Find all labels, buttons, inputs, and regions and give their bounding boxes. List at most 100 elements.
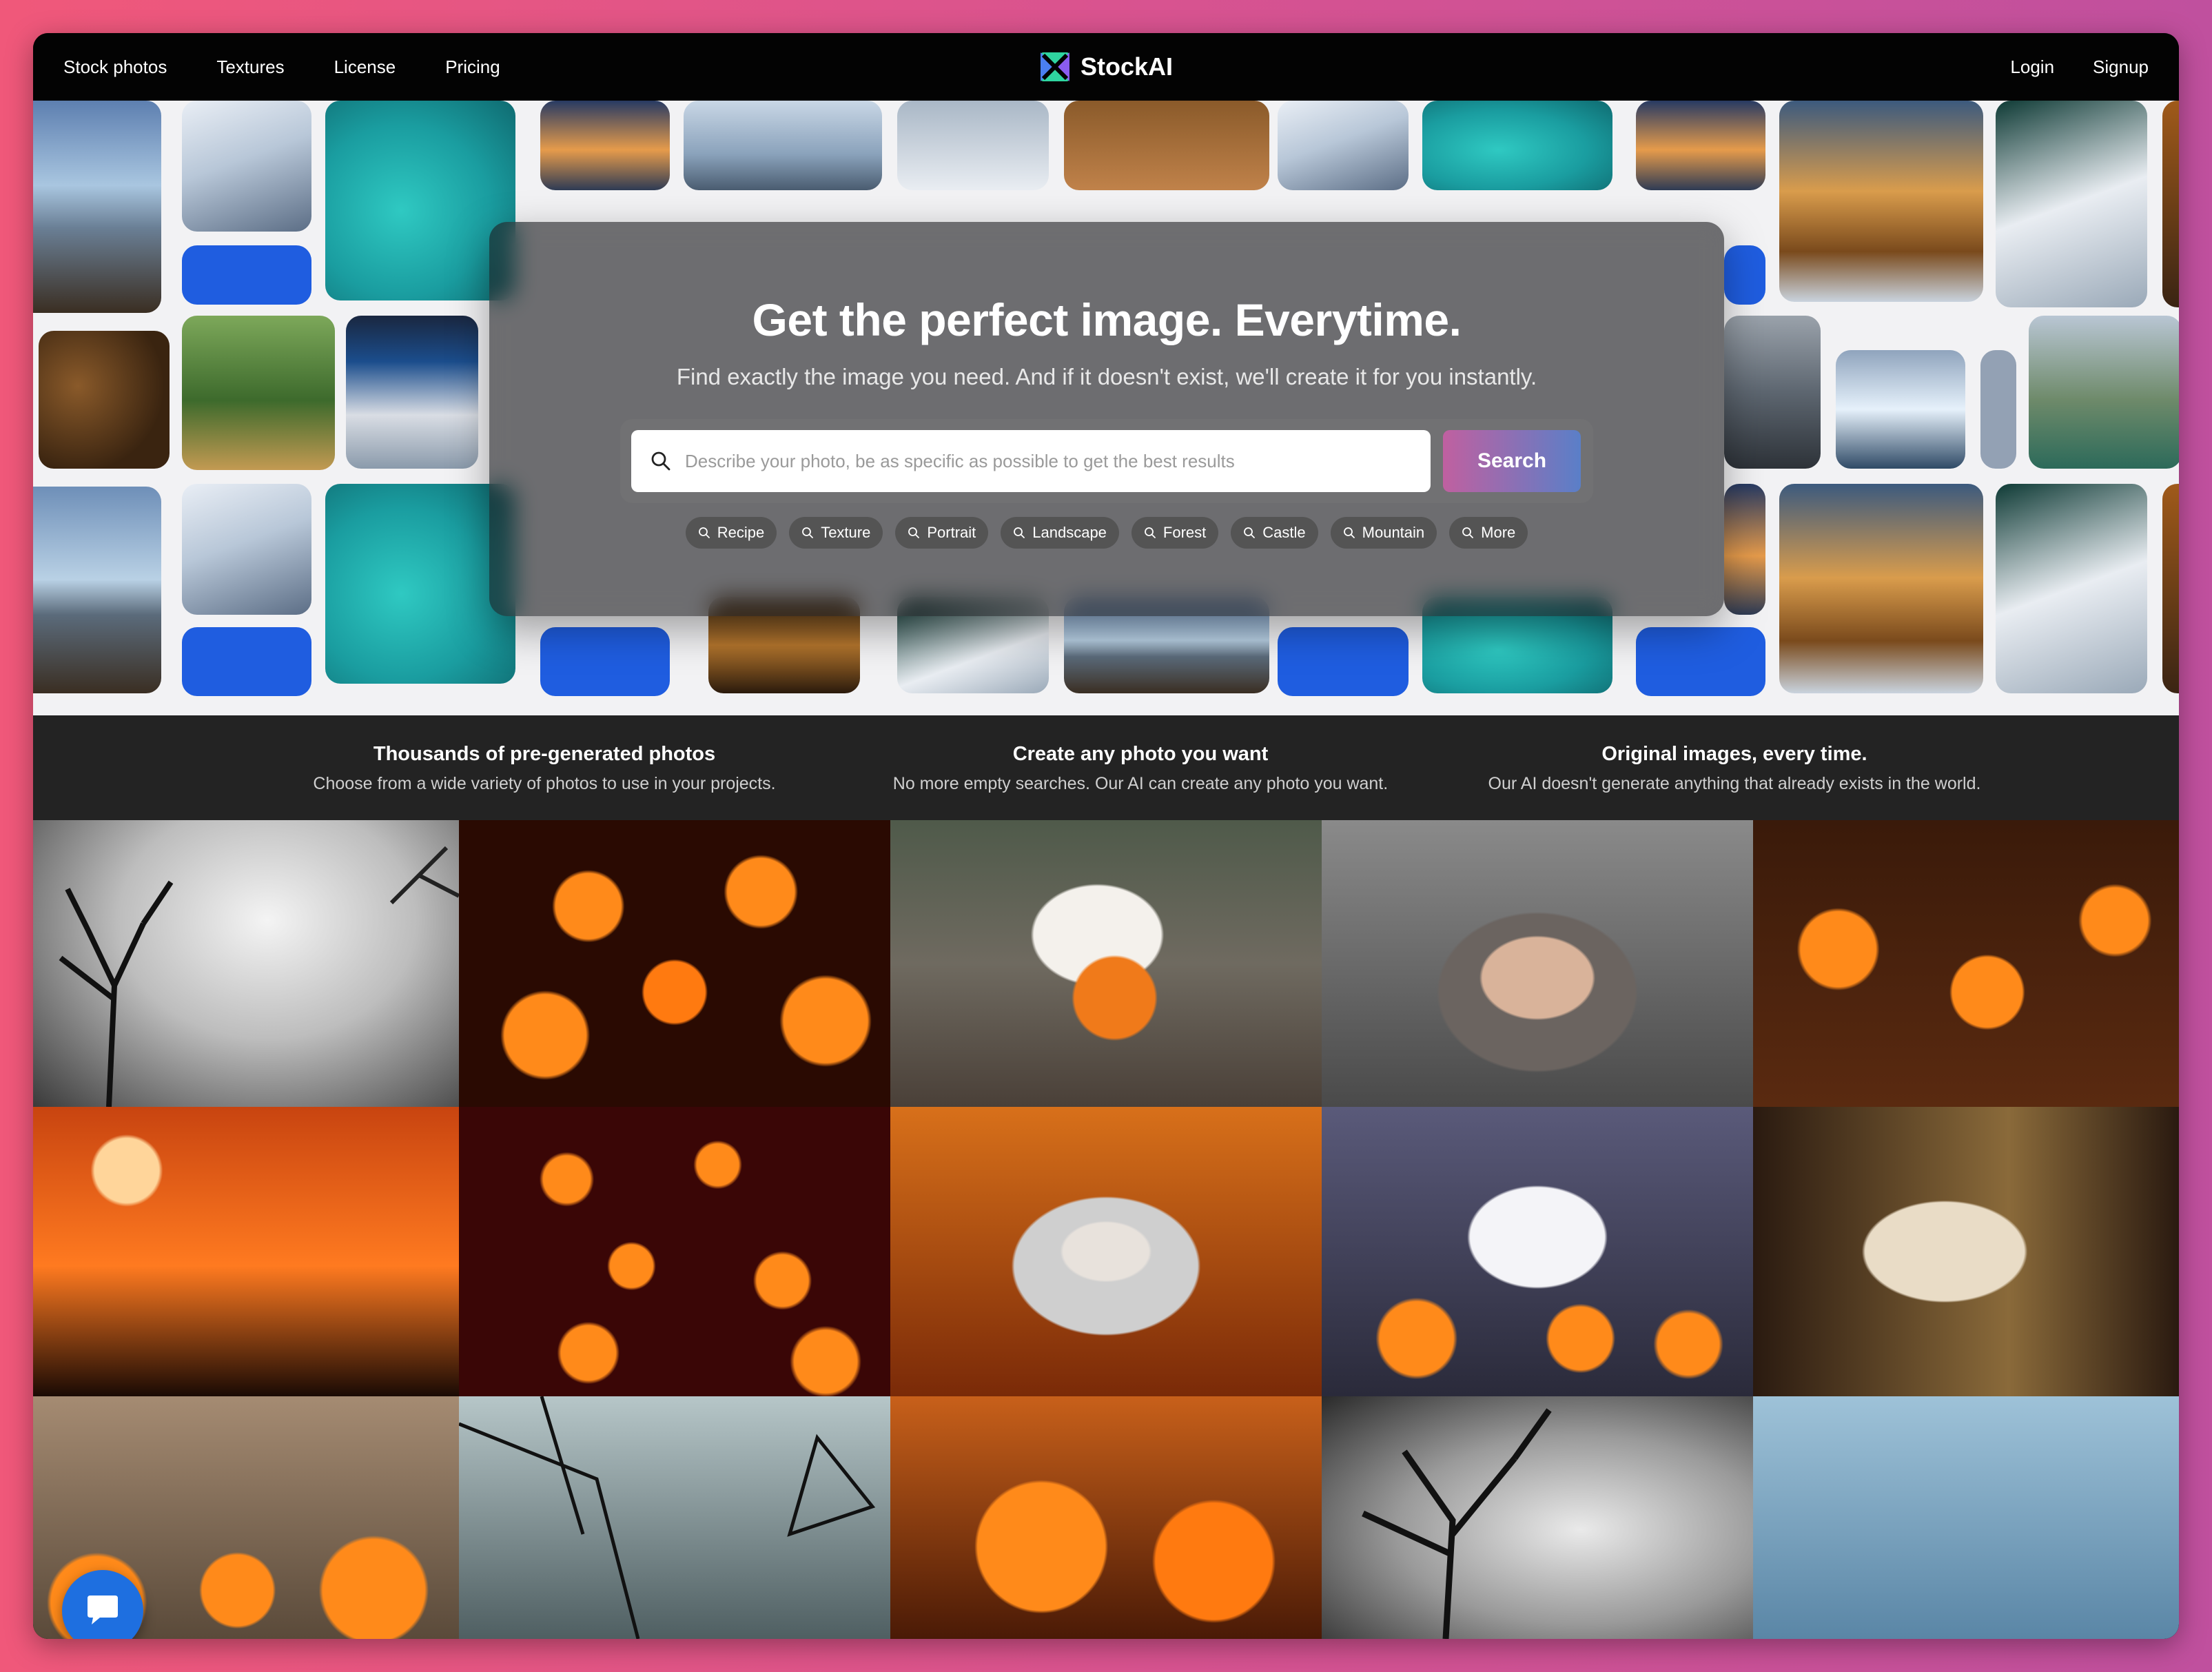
search-icon [698,527,710,538]
nav-link-pricing[interactable]: Pricing [445,57,500,78]
chip-landscape[interactable]: Landscape [1001,517,1119,549]
mosaic-tile-beach-hammock [33,101,161,313]
nav-link-textures[interactable]: Textures [216,57,284,78]
chip-label: Texture [821,524,871,541]
gallery-photo-misty-web[interactable] [459,1396,890,1639]
chip-portrait[interactable]: Portrait [895,517,989,549]
mosaic-tile-edge-2 [2162,484,2179,693]
auth-links: Login Signup [2010,33,2149,101]
brand-logo[interactable]: StockAI [1039,33,1173,101]
chip-label: More [1481,524,1516,541]
chip-label: Mountain [1362,524,1425,541]
gallery-photo-ghost-pumpkins[interactable] [1322,1107,1753,1396]
photo-gallery [33,820,2179,1639]
stockai-logo-icon [1040,52,1069,81]
feature-original: Original images, every time. Our AI does… [1424,743,2045,794]
mosaic-tile-sunset-lake [540,101,670,190]
gallery-photo-antler-woman[interactable] [1322,820,1753,1107]
mosaic-tile-turquoise-boats-3 [1422,101,1612,190]
mosaic-tile-airport-board [346,316,478,469]
hero-section: Get the perfect image. Everytime. Find e… [33,101,2179,715]
gallery-photo-pumpkin-field[interactable] [1753,820,2179,1107]
chip-castle[interactable]: Castle [1231,517,1318,549]
search-bar: Search [620,419,1593,503]
gallery-photo-bare-tree-fog[interactable] [1322,1396,1753,1639]
mosaic-tile-wave-boat [897,101,1049,190]
nav-link-stock-photos[interactable]: Stock photos [63,57,167,78]
gallery-photo-blue-web[interactable] [1753,1396,2179,1639]
mosaic-tile-snowy-trees-2 [182,484,311,615]
mosaic-tile-snowy-trees [182,101,311,232]
chip-more[interactable]: More [1449,517,1528,549]
mosaic-tile-whiskey-glass [1779,101,1983,302]
search-icon [908,527,920,538]
gallery-photo-moon-bats[interactable] [33,1107,459,1396]
mosaic-tile-grey-shape [1980,350,2016,469]
chip-recipe[interactable]: Recipe [685,517,777,549]
search-icon [651,451,670,471]
chat-icon [88,1595,118,1624]
hero-subtitle: Find exactly the image you need. And if … [676,364,1537,389]
mosaic-tile-sunset-lake-2 [1636,101,1765,190]
login-link[interactable]: Login [2010,57,2054,78]
feature-title: Thousands of pre-generated photos [373,743,716,765]
mosaic-tile-beach-hammock-3 [1064,101,1269,190]
mosaic-tile-beach-hammock-2 [33,487,161,693]
search-button[interactable]: Search [1443,430,1581,492]
mosaic-tile-iceberg [1836,350,1965,469]
mosaic-tile-blue-shape-3 [540,627,670,696]
mosaic-tile-blue-shape-5 [1724,245,1765,305]
chip-label: Castle [1262,524,1306,541]
mosaic-tile-wine-barrels [39,331,170,469]
mosaic-tile-city-skyline [684,101,882,190]
mosaic-tile-blue-shape-6 [1636,627,1765,696]
search-icon [1244,527,1256,538]
signup-link[interactable]: Signup [2093,57,2149,78]
mosaic-tile-turquoise-boats [325,101,515,300]
search-icon [802,527,814,538]
chip-mountain[interactable]: Mountain [1330,517,1437,549]
search-input[interactable] [684,449,1417,473]
nav-links: Stock photos Textures License Pricing [63,33,500,101]
feature-text: Choose from a wide variety of photos to … [313,774,776,793]
mosaic-tile-warehouse [1724,316,1821,469]
mosaic-tile-sunset-lake-3 [1724,484,1765,615]
hero-title: Get the perfect image. Everytime. [752,294,1462,345]
gallery-photo-jack-o-lanterns[interactable] [890,1396,1322,1639]
mosaic-tile-edge [2162,101,2179,307]
feature-title: Create any photo you want [1012,743,1269,765]
feature-text: No more empty searches. Our AI can creat… [892,774,1389,793]
features-strip: Thousands of pre-generated photos Choose… [33,715,2179,820]
top-navbar: Stock photos Textures License Pricing St… [33,33,2179,101]
gallery-photo-foggy-tree[interactable] [33,820,459,1107]
chip-texture[interactable]: Texture [789,517,883,549]
mosaic-tile-wave-boat-3 [1996,101,2147,307]
chip-label: Forest [1163,524,1207,541]
chip-label: Portrait [927,524,976,541]
mosaic-tile-family-park [182,316,335,470]
search-field[interactable] [631,430,1431,492]
chip-label: Recipe [717,524,765,541]
search-icon [1343,527,1355,538]
feature-title: Original images, every time. [1601,743,1867,765]
mosaic-tile-blue-shape-4 [1278,627,1409,696]
gallery-photo-pumpkin-crowd[interactable] [459,1107,890,1396]
feature-create-any: Create any photo you want No more empty … [830,743,1451,794]
search-icon [1462,527,1474,538]
gallery-photo-pumpkin-pile[interactable] [459,820,890,1107]
feature-pregenerated: Thousands of pre-generated photos Choose… [234,743,854,794]
gallery-photo-dog-pumpkin[interactable] [890,820,1322,1107]
mosaic-tile-river-city [2029,316,2179,469]
feature-text: Our AI doesn't generate anything that al… [1488,774,1981,793]
gallery-photo-witch[interactable] [890,1107,1322,1396]
mosaic-tile-snowy-trees-3 [1278,101,1409,190]
nav-link-license[interactable]: License [334,57,396,78]
mosaic-tile-blue-shape-2 [182,627,311,696]
search-icon [1014,527,1025,538]
mosaic-tile-blue-shape [182,245,311,305]
browser-window: Stock photos Textures License Pricing St… [33,33,2179,1639]
chip-forest[interactable]: Forest [1131,517,1219,549]
mosaic-tile-turquoise-boats-2 [325,484,515,684]
gallery-photo-skull-face[interactable] [1753,1107,2179,1396]
mosaic-tile-wave-boat-4 [1996,484,2147,693]
